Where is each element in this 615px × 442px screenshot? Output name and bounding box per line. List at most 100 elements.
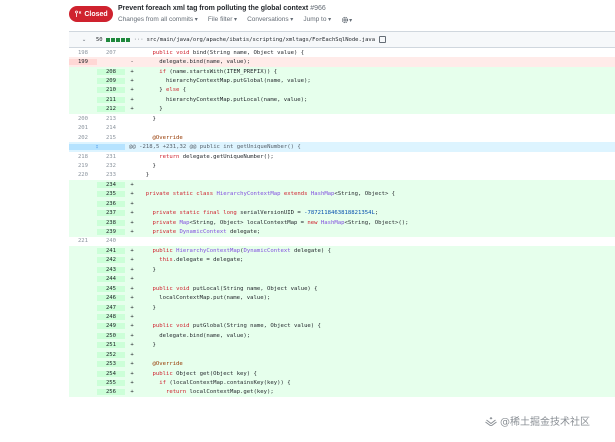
- code-text: }: [139, 162, 156, 169]
- new-line-number[interactable]: 237: [97, 210, 125, 217]
- code-text: } else {: [139, 87, 187, 94]
- code-text: private Map<String, Object> localContext…: [152, 219, 409, 226]
- diff-marker: +: [130, 304, 134, 311]
- diff-line: 200 213 }: [69, 114, 615, 124]
- new-line-number[interactable]: 244: [97, 276, 125, 283]
- diff-marker: +: [130, 351, 134, 358]
- commits-filter[interactable]: Changes from all commits: [118, 16, 198, 24]
- new-line-number[interactable]: 215: [97, 135, 125, 141]
- new-line-number[interactable]: 238: [97, 219, 125, 226]
- new-line-number[interactable]: 213: [97, 116, 125, 122]
- new-line-number[interactable]: 248: [97, 313, 125, 320]
- new-line-number[interactable]: 242: [97, 257, 125, 264]
- diff-line: 242 + this.delegate = delegate;: [69, 255, 615, 266]
- code-text: public void bind(String name, Object val…: [152, 49, 305, 56]
- new-line-number[interactable]: 239: [97, 229, 125, 236]
- new-line-number[interactable]: 232: [97, 163, 125, 169]
- code-text: public Object get(Object key) {: [152, 370, 257, 377]
- new-line-number[interactable]: 255: [97, 380, 125, 387]
- new-line-number[interactable]: 212: [97, 106, 125, 113]
- diff-line: 219 232 }: [69, 161, 615, 171]
- diff-marker: +: [130, 313, 134, 320]
- diff-marker: +: [130, 295, 134, 302]
- new-line-number[interactable]: 233: [97, 172, 125, 178]
- new-line-number[interactable]: 207: [97, 50, 125, 56]
- diff-marker: +: [130, 276, 134, 283]
- new-line-number[interactable]: 235: [97, 191, 125, 198]
- old-line-number[interactable]: 202: [69, 135, 97, 141]
- new-line-number[interactable]: 241: [97, 247, 125, 254]
- code-text: }: [139, 115, 156, 122]
- new-line-number[interactable]: 231: [97, 154, 125, 160]
- new-line-number[interactable]: 249: [97, 323, 125, 330]
- diff-line: 202 215 @Override: [69, 132, 615, 143]
- new-line-number[interactable]: 246: [97, 295, 125, 302]
- new-line-number[interactable]: 208: [97, 68, 125, 75]
- diff-marker: +: [130, 229, 134, 236]
- new-line-number[interactable]: 252: [97, 351, 125, 358]
- diff-marker: +: [130, 96, 134, 103]
- new-line-number[interactable]: 211: [97, 96, 125, 103]
- code-text: delegate.bind(name, value);: [139, 332, 251, 339]
- code-text: }: [139, 266, 156, 273]
- new-line-number[interactable]: 256: [97, 389, 125, 396]
- code-text: }: [139, 106, 163, 113]
- gear-icon[interactable]: ▾: [341, 16, 352, 24]
- diff-marker: +: [130, 181, 134, 188]
- diff-marker: +: [130, 87, 134, 94]
- old-line-number[interactable]: 200: [69, 116, 97, 122]
- hunk-header: @@ -218,5 +231,32 @@ public int getUniqu…: [129, 144, 301, 151]
- file-path[interactable]: src/main/java/org/apache/ibatis/scriptin…: [147, 37, 375, 43]
- diff-marker: +: [130, 257, 134, 264]
- juejin-logo-icon: [485, 416, 497, 426]
- code-text: private static final long serialVersionU…: [152, 210, 379, 217]
- diff-marker: +: [130, 389, 134, 396]
- diff-line: 252 +: [69, 350, 615, 360]
- new-line-number[interactable]: 254: [97, 370, 125, 377]
- old-line-number[interactable]: 198: [69, 50, 97, 56]
- new-line-number[interactable]: 209: [97, 78, 125, 85]
- old-line-number[interactable]: 220: [69, 172, 97, 178]
- new-line-number[interactable]: 243: [97, 266, 125, 273]
- pr-number[interactable]: #966: [310, 5, 326, 12]
- diff-line: 221 240: [69, 236, 615, 247]
- diff-marker: +: [130, 191, 134, 198]
- diff-line: 253 + @Override: [69, 359, 615, 369]
- pr-subnav: Changes from all commits File filter Con…: [118, 16, 352, 24]
- new-line-number[interactable]: 210: [97, 87, 125, 94]
- diff-line: 199 - delegate.bind(name, value);: [69, 57, 615, 67]
- old-line-number[interactable]: 219: [69, 163, 97, 169]
- old-line-number[interactable]: 201: [69, 125, 97, 131]
- new-line-number[interactable]: 251: [97, 342, 125, 349]
- new-line-number[interactable]: 214: [97, 125, 125, 131]
- new-line-number[interactable]: 247: [97, 304, 125, 311]
- pr-title-text: Prevent foreach xml tag from polluting t…: [118, 5, 309, 12]
- file-filter[interactable]: File filter: [208, 16, 237, 24]
- new-line-number[interactable]: 250: [97, 332, 125, 339]
- diff-marker: +: [130, 380, 134, 387]
- old-line-number[interactable]: 218: [69, 154, 97, 160]
- code-text: if (name.startsWith(ITEM_PREFIX)) {: [159, 68, 278, 75]
- new-line-number[interactable]: 234: [97, 181, 125, 188]
- change-count: 50: [96, 36, 103, 43]
- more-icon[interactable]: ···: [134, 37, 144, 43]
- diff-marker: +: [130, 68, 134, 75]
- new-line-number[interactable]: 253: [97, 361, 125, 368]
- new-line-number[interactable]: 240: [97, 238, 125, 244]
- diff-line: 209 + hierarchyContextMap.putGlobal(name,…: [69, 76, 615, 86]
- old-line-number[interactable]: 221: [69, 238, 97, 244]
- old-line-number[interactable]: 199: [69, 59, 97, 66]
- jump-to-menu[interactable]: Jump to: [303, 16, 331, 24]
- code-text: return delegate.getUniqueNumber();: [159, 153, 274, 160]
- code-text: }: [139, 304, 156, 311]
- watermark: @稀土掘金技术社区: [485, 413, 590, 428]
- new-line-number[interactable]: 245: [97, 285, 125, 292]
- diff-marker: -: [130, 59, 134, 66]
- new-line-number[interactable]: 236: [97, 200, 125, 207]
- copy-icon[interactable]: [379, 36, 387, 43]
- expand-icon[interactable]: ↕: [69, 144, 125, 151]
- diff-line: 245 + public void putLocal(String name, O…: [69, 283, 615, 294]
- conversations-menu[interactable]: Conversations: [247, 16, 293, 24]
- code-text: localContextMap.put(name, value);: [139, 295, 271, 302]
- chevron-down-icon[interactable]: ⌄: [80, 37, 88, 43]
